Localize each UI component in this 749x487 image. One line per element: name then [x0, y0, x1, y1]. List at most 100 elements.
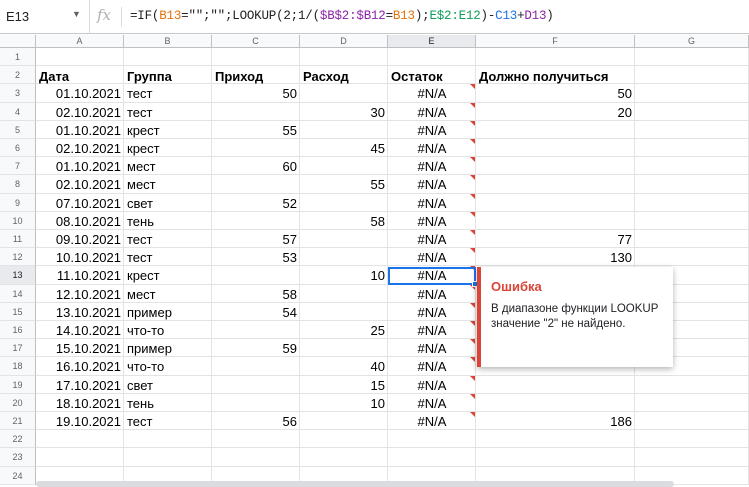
group-cell[interactable]: крест [124, 122, 212, 139]
error-indicator-icon[interactable] [470, 321, 475, 326]
row-header-24[interactable]: 24 [0, 466, 36, 485]
column-header-f[interactable]: F [476, 35, 635, 48]
balance-cell[interactable]: #N/A [388, 122, 476, 139]
row-header-11[interactable]: 11 [0, 230, 36, 249]
grid-cell[interactable] [36, 448, 124, 467]
balance-cell[interactable]: #N/A [388, 231, 476, 248]
row-header-7[interactable]: 7 [0, 157, 36, 176]
grid-cell[interactable] [476, 193, 635, 212]
error-indicator-icon[interactable] [470, 211, 475, 217]
expected-cell[interactable]: 186 [476, 413, 635, 430]
date-cell[interactable]: 12.10.2021 [36, 286, 124, 303]
grid-cell[interactable] [476, 157, 635, 176]
group-cell[interactable]: свет [124, 195, 212, 212]
balance-cell[interactable]: #N/A [388, 322, 476, 339]
error-indicator-icon[interactable] [470, 339, 475, 345]
grid-cell[interactable] [300, 120, 388, 139]
balance-cell[interactable]: #N/A [388, 395, 476, 412]
row-header-9[interactable]: 9 [0, 193, 36, 212]
row-header-5[interactable]: 5 [0, 120, 36, 139]
date-cell[interactable]: 09.10.2021 [36, 231, 124, 248]
grid-cell[interactable] [300, 230, 388, 249]
group-cell[interactable]: что-то [124, 322, 212, 339]
grid-cell[interactable] [212, 175, 300, 194]
grid-cell[interactable] [212, 139, 300, 158]
error-indicator-icon[interactable] [470, 139, 475, 144]
grid-cell[interactable] [388, 48, 476, 67]
error-indicator-icon[interactable] [470, 102, 475, 108]
expected-cell[interactable]: 20 [476, 104, 635, 121]
income-cell[interactable]: 52 [212, 195, 300, 212]
grid-cell[interactable] [212, 375, 300, 394]
date-cell[interactable]: 14.10.2021 [36, 322, 124, 339]
group-cell[interactable]: что-то [124, 358, 212, 375]
grid-cell[interactable] [212, 430, 300, 449]
row-header-10[interactable]: 10 [0, 211, 36, 230]
error-indicator-icon[interactable] [470, 302, 475, 308]
grid-cell[interactable] [212, 211, 300, 230]
balance-cell[interactable]: #N/A [388, 195, 476, 212]
grid-cell[interactable] [36, 430, 124, 449]
group-cell[interactable]: мест [124, 176, 212, 193]
grid-cell[interactable] [635, 139, 749, 158]
date-cell[interactable]: 17.10.2021 [36, 377, 124, 394]
error-indicator-icon[interactable] [470, 248, 475, 254]
row-header-1[interactable]: 1 [0, 48, 36, 67]
grid-cell[interactable] [635, 175, 749, 194]
date-cell[interactable]: 19.10.2021 [36, 413, 124, 430]
grid-cell[interactable] [476, 175, 635, 194]
row-header-14[interactable]: 14 [0, 284, 36, 303]
grid-cell[interactable] [635, 211, 749, 230]
grid-cell[interactable] [300, 48, 388, 67]
date-cell[interactable]: 10.10.2021 [36, 249, 124, 266]
date-cell[interactable]: 07.10.2021 [36, 195, 124, 212]
balance-cell[interactable]: #N/A [388, 286, 476, 303]
income-cell[interactable]: 50 [212, 85, 300, 102]
balance-cell[interactable]: #N/A [388, 358, 476, 375]
column-header-c[interactable]: C [212, 35, 300, 48]
grid-cell[interactable] [212, 448, 300, 467]
group-cell[interactable]: пример [124, 304, 212, 321]
grid-cell[interactable] [476, 430, 635, 449]
group-cell[interactable]: мест [124, 158, 212, 175]
grid-cell[interactable] [635, 193, 749, 212]
grid-cell[interactable] [212, 266, 300, 285]
grid-cell[interactable] [388, 448, 476, 467]
row-header-21[interactable]: 21 [0, 412, 36, 431]
income-cell[interactable]: 60 [212, 158, 300, 175]
grid-cell[interactable] [212, 102, 300, 121]
horizontal-scrollbar[interactable] [36, 481, 674, 487]
row-header-6[interactable]: 6 [0, 139, 36, 158]
group-cell[interactable]: тест [124, 104, 212, 121]
grid-cell[interactable] [635, 412, 749, 431]
grid-cell[interactable] [635, 375, 749, 394]
group-cell[interactable]: тест [124, 231, 212, 248]
grid-cell[interactable] [635, 248, 749, 267]
group-cell[interactable]: тест [124, 413, 212, 430]
grid-cell[interactable] [635, 430, 749, 449]
expense-cell[interactable]: 15 [300, 377, 388, 394]
row-header-20[interactable]: 20 [0, 393, 36, 412]
row-header-4[interactable]: 4 [0, 102, 36, 121]
grid-cell[interactable] [476, 393, 635, 412]
row-header-23[interactable]: 23 [0, 448, 36, 467]
row-header-3[interactable]: 3 [0, 84, 36, 103]
expected-cell[interactable]: 50 [476, 85, 635, 102]
error-indicator-icon[interactable] [470, 375, 475, 381]
expected-cell[interactable]: 77 [476, 231, 635, 248]
income-cell[interactable]: 55 [212, 122, 300, 139]
grid-cell[interactable] [300, 284, 388, 303]
row-header-22[interactable]: 22 [0, 430, 36, 449]
date-cell[interactable]: 02.10.2021 [36, 140, 124, 157]
grid-cell[interactable] [300, 448, 388, 467]
income-cell[interactable]: 57 [212, 231, 300, 248]
select-all-corner[interactable] [0, 35, 36, 48]
column-header-e[interactable]: E [388, 35, 476, 48]
grid-cell[interactable] [635, 84, 749, 103]
row-header-15[interactable]: 15 [0, 302, 36, 321]
group-cell[interactable]: мест [124, 286, 212, 303]
column-header-a[interactable]: A [36, 35, 124, 48]
row-header-13[interactable]: 13 [0, 266, 36, 285]
date-cell[interactable]: 13.10.2021 [36, 304, 124, 321]
date-cell[interactable]: 16.10.2021 [36, 358, 124, 375]
